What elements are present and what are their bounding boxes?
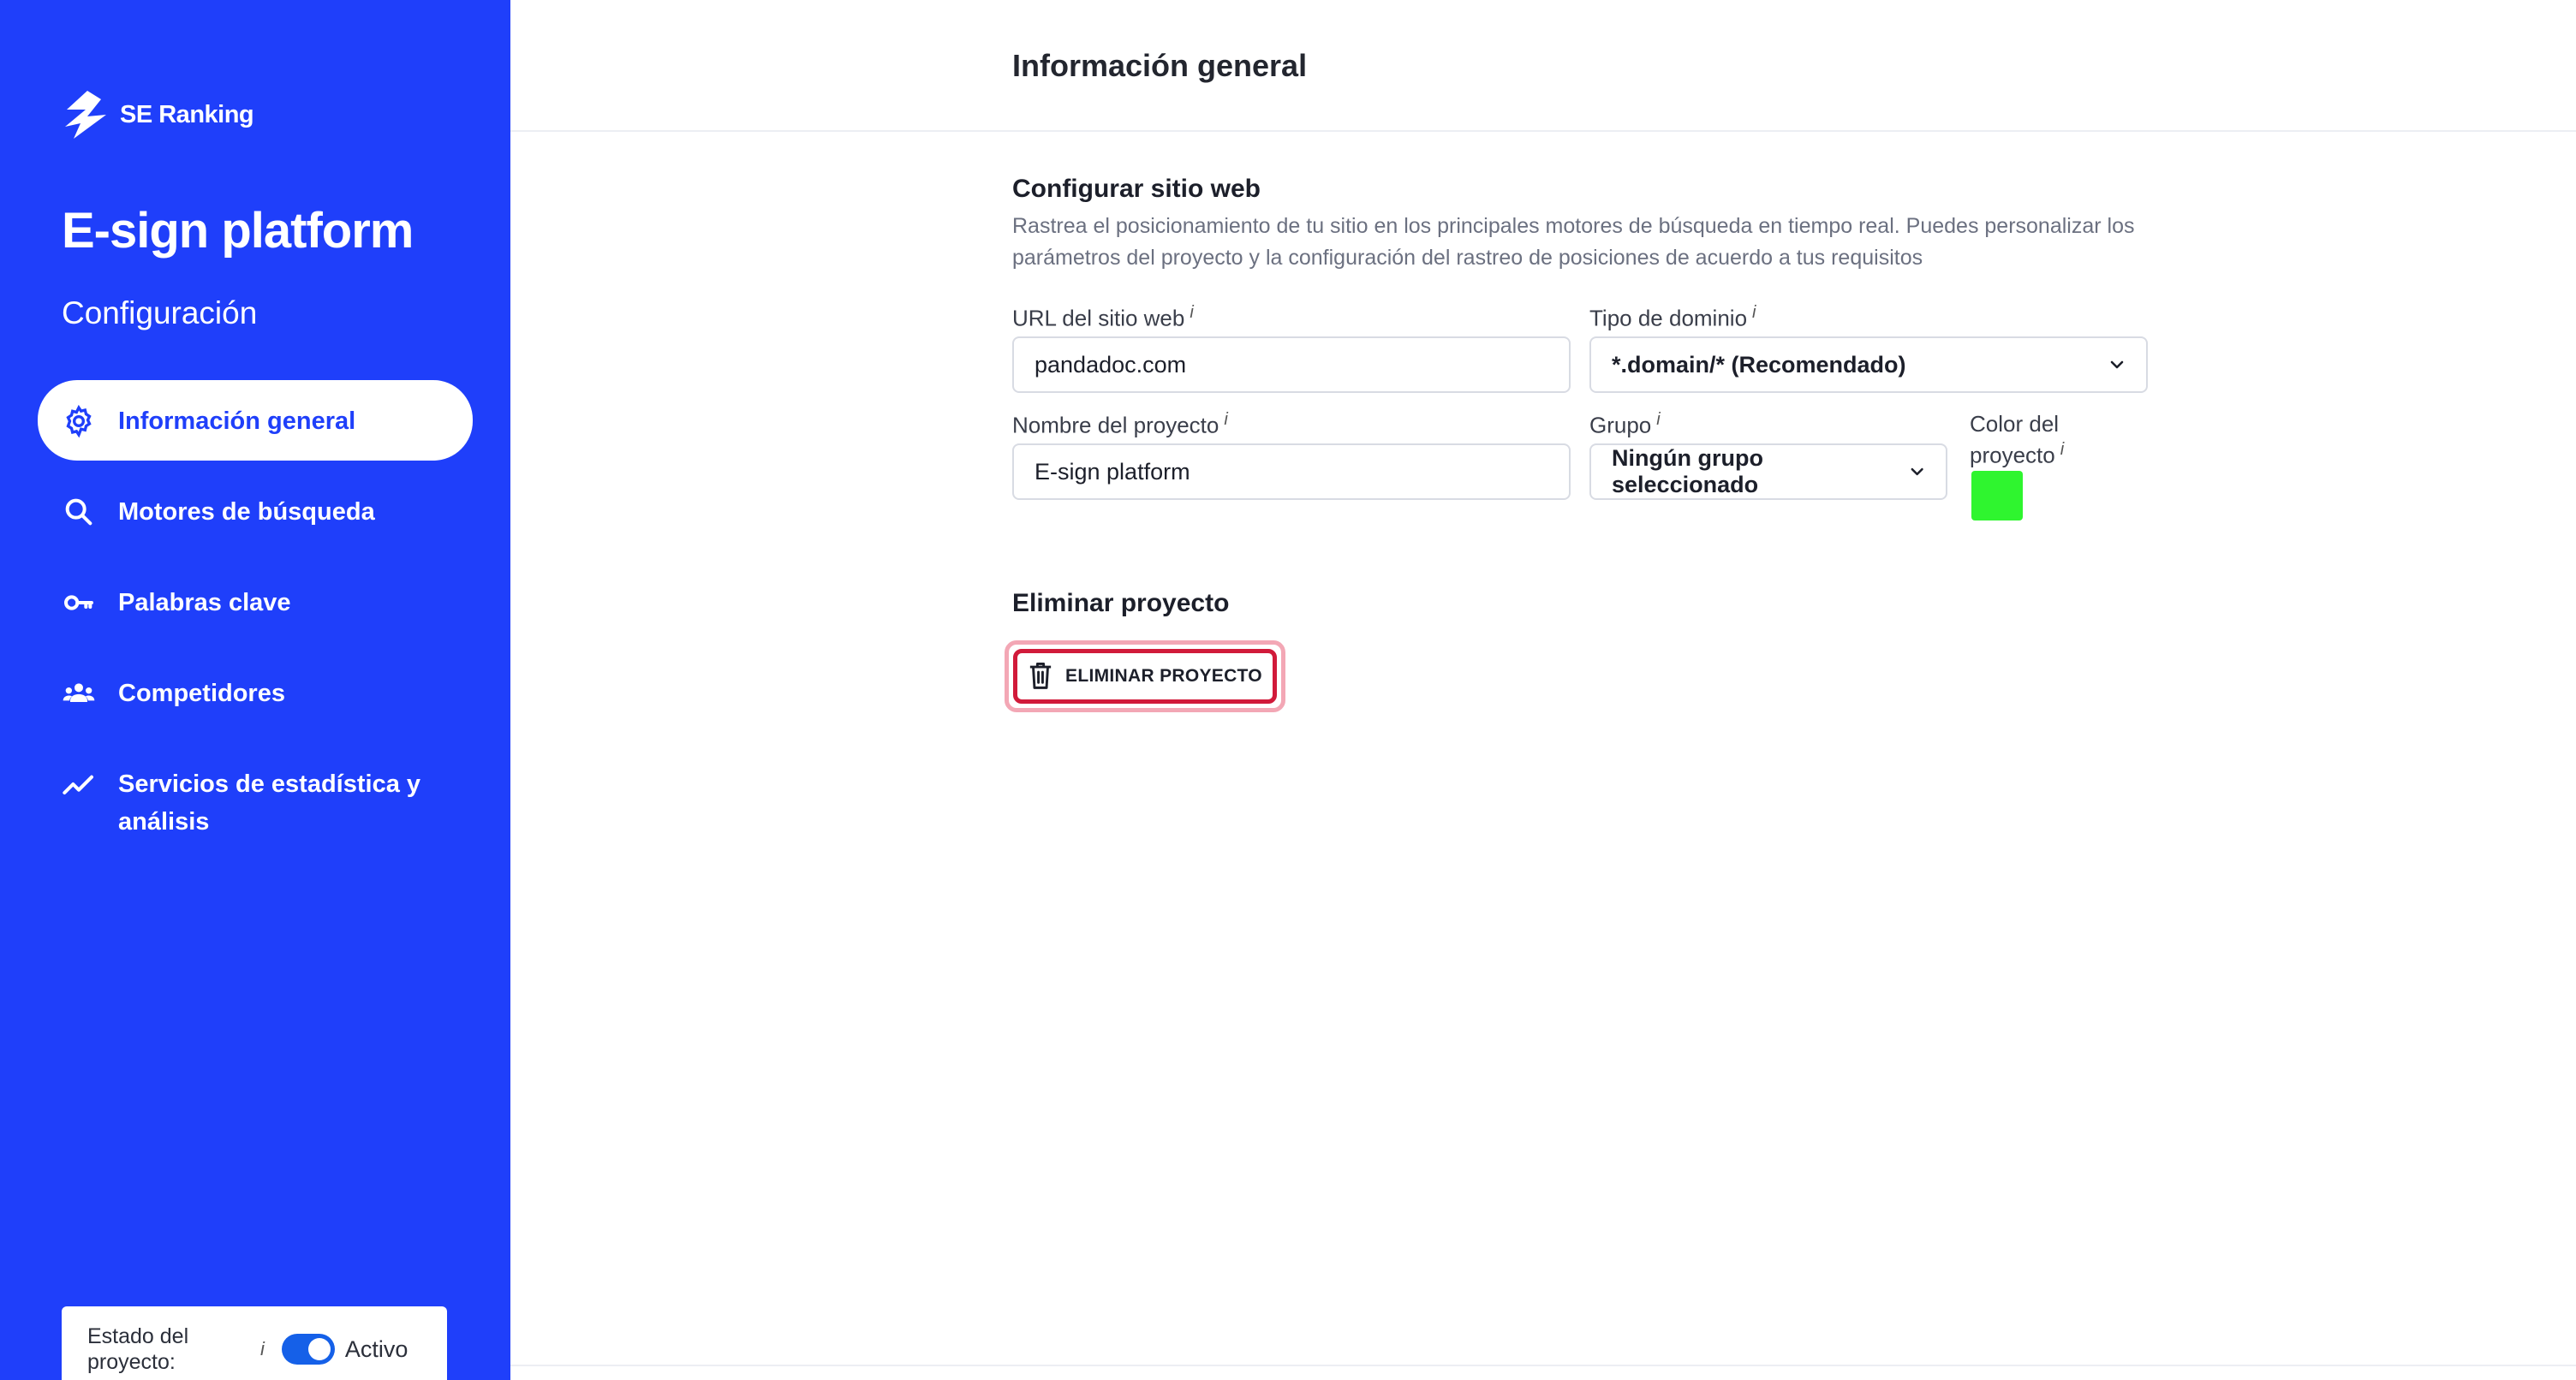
domain-type-value: *.domain/* (Recomendado) (1612, 351, 1906, 378)
sidebar-item-motores-de-busqueda[interactable]: Motores de búsqueda (38, 471, 473, 551)
url-input[interactable] (1012, 336, 1571, 393)
project-color-swatch[interactable] (1971, 471, 2023, 520)
users-icon (62, 676, 96, 711)
brand-logo[interactable]: SE Ranking (62, 89, 254, 140)
info-icon[interactable]: i (1752, 303, 1756, 322)
trend-icon (62, 767, 96, 801)
project-status-label: Estado del proyecto: (87, 1324, 189, 1374)
se-ranking-logo-icon (65, 91, 106, 139)
project-name-input[interactable] (1012, 443, 1571, 500)
sidebar-item-palabras-clave[interactable]: Palabras clave (38, 562, 473, 642)
info-icon[interactable]: i (1190, 303, 1193, 322)
domain-type-select[interactable]: *.domain/* (Recomendado) (1589, 336, 2148, 393)
sidebar-item-informacion-general[interactable]: Información general (38, 380, 473, 461)
configure-section-description: Rastrea el posicionamiento de tu sitio e… (1012, 214, 2135, 270)
configure-section-title: Configurar sitio web (1012, 175, 1261, 203)
group-label: Grupo i (1589, 410, 1661, 438)
project-name-label: Nombre del proyecto i (1012, 410, 1228, 438)
project-title: E-sign platform (62, 203, 414, 259)
url-field-label: URL del sitio web i (1012, 303, 1194, 331)
delete-section-title: Eliminar proyecto (1012, 589, 1230, 617)
sidebar-item-label: Competidores (118, 680, 285, 707)
delete-button-label: ELIMINAR PROYECTO (1065, 666, 1262, 686)
info-icon[interactable]: i (260, 1338, 265, 1360)
chevron-down-icon (2110, 360, 2124, 369)
project-subtitle: Configuración (62, 295, 258, 330)
app-root: SE Ranking E-sign platform Configuración… (0, 0, 2576, 1380)
sidebar-item-label: Palabras clave (118, 589, 291, 616)
search-icon (62, 495, 96, 529)
sidebar-item-label: Motores de búsqueda (118, 498, 375, 526)
info-icon[interactable]: i (2060, 440, 2064, 459)
page-header: Información general (510, 0, 2576, 132)
project-status-toggle[interactable] (281, 1334, 335, 1365)
sidebar-item-competidores[interactable]: Competidores (38, 652, 473, 733)
trash-icon (1029, 662, 1052, 689)
page-title: Información general (1012, 48, 1308, 83)
info-icon[interactable]: i (1224, 410, 1227, 429)
chevron-down-icon (1911, 467, 1923, 476)
sidebar-item-label: Servicios de estadística y análisis (118, 770, 421, 836)
main-content: Información general Configurar sitio web… (510, 0, 2576, 1380)
bottom-divider (510, 1365, 2576, 1366)
gear-icon (62, 404, 96, 438)
group-select[interactable]: Ningún grupo seleccionado (1589, 443, 1947, 500)
group-value: Ningún grupo seleccionado (1612, 445, 1763, 497)
key-icon (62, 586, 96, 620)
project-color-label: Color del proyecto i (1970, 411, 2065, 468)
brand-name: SE Ranking (120, 100, 254, 128)
project-status-card: Estado del proyecto: i Activo (62, 1306, 447, 1380)
info-icon[interactable]: i (1656, 410, 1660, 429)
sidebar: SE Ranking E-sign platform Configuración… (0, 0, 510, 1380)
delete-button-focus-ring: ELIMINAR PROYECTO (1005, 640, 1285, 712)
delete-project-button[interactable]: ELIMINAR PROYECTO (1013, 649, 1277, 704)
sidebar-item-servicios-estadistica[interactable]: Servicios de estadística y análisis (38, 743, 473, 861)
sidebar-nav: Información general Motores de búsqueda (38, 380, 473, 871)
domain-type-label: Tipo de dominio i (1589, 303, 1756, 331)
project-status-value: Activo (344, 1335, 408, 1362)
sidebar-item-label: Información general (118, 407, 356, 435)
